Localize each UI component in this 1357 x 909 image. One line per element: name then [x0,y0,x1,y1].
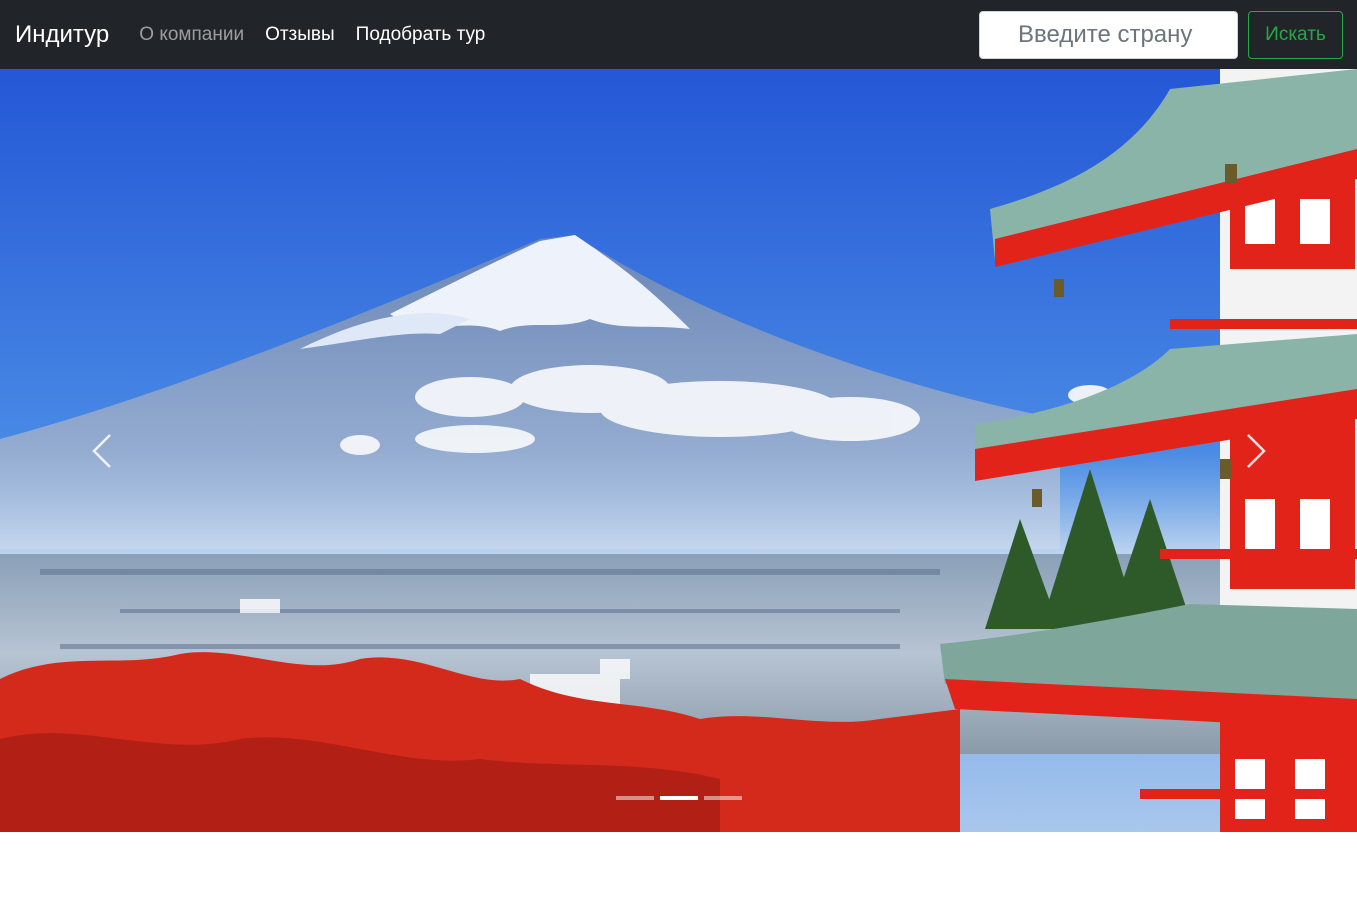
top-navbar: Индитур О компании Отзывы Подобрать тур … [0,0,1357,69]
chevron-right-icon [1247,434,1266,468]
nav-link-reviews[interactable]: Отзывы [265,24,335,46]
carousel-next-button[interactable] [1236,421,1276,481]
carousel-prev-button[interactable] [82,421,122,481]
country-search-input[interactable] [979,10,1238,59]
carousel-indicator[interactable] [703,796,742,800]
chevron-left-icon [92,434,111,468]
brand-logo-link[interactable]: Индитур [15,21,109,49]
hero-carousel [0,69,1357,832]
nav-link-find-tour[interactable]: Подобрать тур [356,24,486,46]
carousel-indicators [0,796,1357,802]
carousel-slide-image [0,69,1357,832]
search-button[interactable]: Искать [1248,10,1343,59]
nav-link-about[interactable]: О компании [139,24,244,46]
carousel-indicator[interactable] [615,796,654,800]
carousel-indicator[interactable] [659,796,698,800]
